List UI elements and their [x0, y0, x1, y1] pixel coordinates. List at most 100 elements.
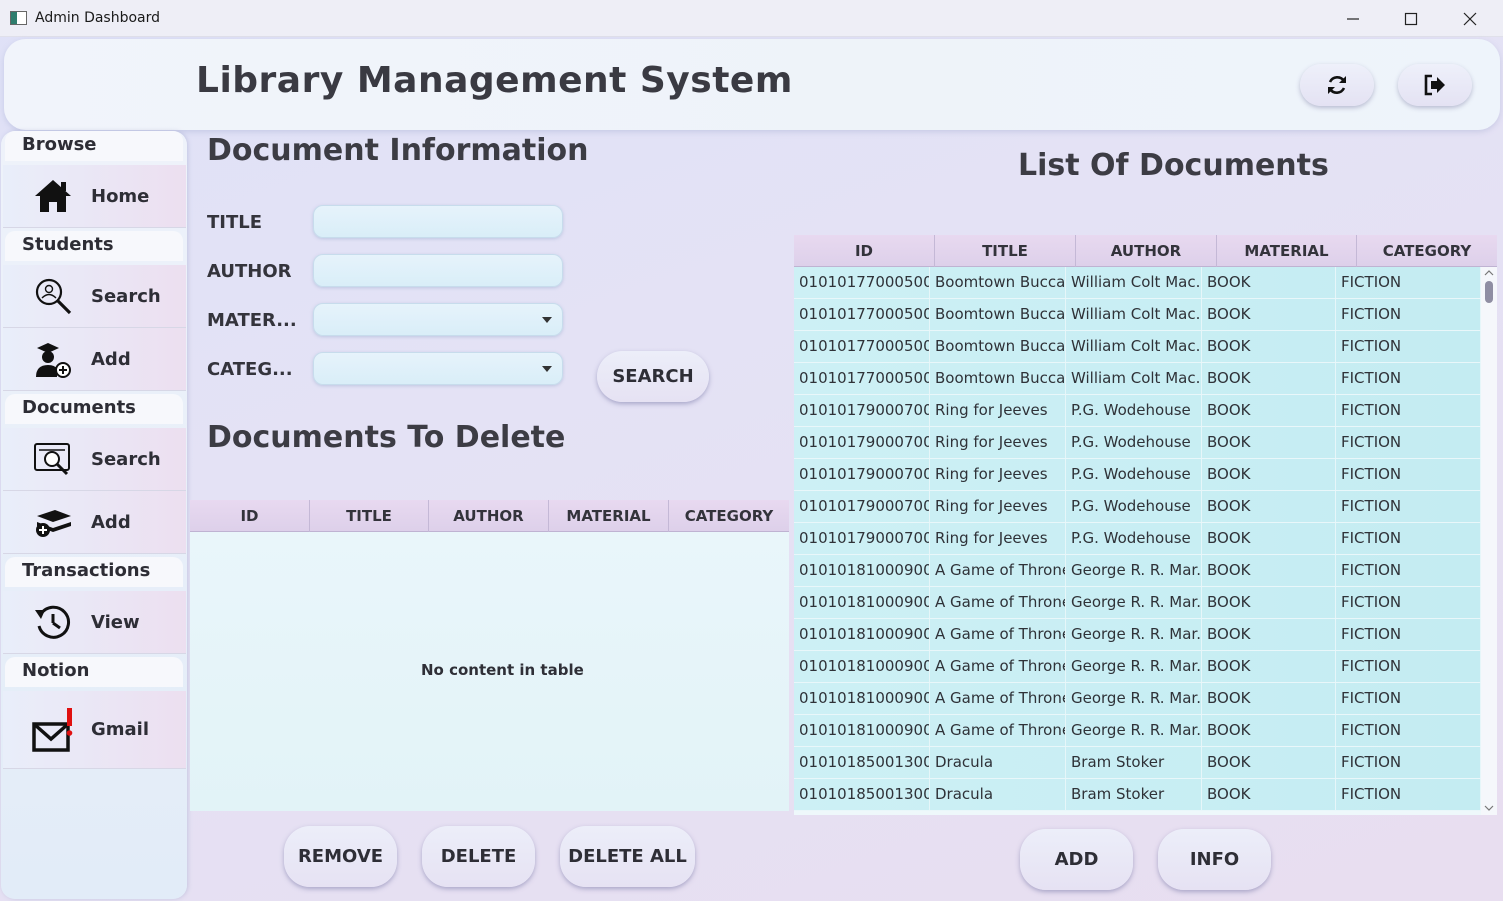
table-row[interactable]: 01010181000900...A Game of ThronesGeorge…	[794, 587, 1481, 619]
table-cell: 01010177000500...	[794, 299, 930, 330]
table-cell: FICTION	[1336, 747, 1481, 778]
table-cell: 01010177000500...	[794, 363, 930, 394]
logout-button[interactable]	[1398, 64, 1472, 106]
table-cell: 01010181000900...	[794, 683, 930, 714]
table-cell: Bram Stoker	[1066, 779, 1202, 810]
category-select[interactable]	[313, 352, 563, 385]
vertical-scrollbar[interactable]	[1481, 267, 1497, 815]
sidebar: Browse Home Students Search Add Document…	[1, 131, 187, 899]
table-cell: William Colt Mac...	[1066, 267, 1202, 298]
table-cell: Ring for Jeeves	[930, 395, 1066, 426]
refresh-icon	[1328, 76, 1346, 94]
table-cell: William Colt Mac...	[1066, 299, 1202, 330]
table-cell: P.G. Wodehouse	[1066, 459, 1202, 490]
home-icon	[29, 176, 77, 216]
table-row[interactable]: 01010181000900...A Game of ThronesGeorge…	[794, 619, 1481, 651]
table-row[interactable]: 01010181000900...A Game of ThronesGeorge…	[794, 651, 1481, 683]
scroll-down-icon[interactable]	[1484, 804, 1494, 812]
table-cell: 01010181000900...	[794, 587, 930, 618]
author-input[interactable]	[313, 254, 563, 287]
info-button[interactable]: INFO	[1158, 829, 1271, 890]
table-row[interactable]: 01010177000500...Boomtown Bucca...Willia…	[794, 299, 1481, 331]
table-cell: Ring for Jeeves	[930, 427, 1066, 458]
refresh-button[interactable]	[1300, 64, 1374, 106]
add-document-button[interactable]: ADD	[1020, 829, 1133, 890]
scrollbar-thumb[interactable]	[1485, 281, 1493, 303]
sidebar-item-gmail[interactable]: Gmail	[3, 691, 186, 769]
table-row[interactable]: 01010177000500...Boomtown Bucca...Willia…	[794, 267, 1481, 299]
table-row[interactable]: 01010179000700...Ring for JeevesP.G. Wod…	[794, 491, 1481, 523]
material-label: MATER...	[207, 310, 297, 331]
table-cell: Ring for Jeeves	[930, 459, 1066, 490]
table-row[interactable]: 01010179000700...Ring for JeevesP.G. Wod…	[794, 395, 1481, 427]
table-row[interactable]: 01010185001300...DraculaBram StokerBOOKF…	[794, 779, 1481, 811]
table-cell: BOOK	[1202, 651, 1336, 682]
sidebar-section-browse: Browse	[5, 131, 183, 161]
logout-icon	[1424, 74, 1445, 96]
table-cell: Dracula	[930, 779, 1066, 810]
column-header[interactable]: CATEGORY	[669, 500, 789, 532]
column-header[interactable]: ID	[190, 500, 310, 532]
table-cell: FICTION	[1336, 651, 1481, 682]
table-row[interactable]: 01010179000700...Ring for JeevesP.G. Wod…	[794, 427, 1481, 459]
table-cell: BOOK	[1202, 299, 1336, 330]
maximize-button[interactable]	[1382, 0, 1440, 37]
column-header[interactable]: TITLE	[310, 500, 429, 532]
column-header[interactable]: MATERIAL	[549, 500, 669, 532]
column-header[interactable]: AUTHOR	[1076, 235, 1217, 267]
table-cell: FICTION	[1336, 395, 1481, 426]
sidebar-item-student-add[interactable]: Add	[3, 328, 186, 391]
table-cell: BOOK	[1202, 459, 1336, 490]
table-cell: 01010179000700...	[794, 395, 930, 426]
table-cell: FICTION	[1336, 299, 1481, 330]
table-row[interactable]: 01010179000700...Ring for JeevesP.G. Wod…	[794, 459, 1481, 491]
table-row[interactable]: 01010185001300...DraculaBram StokerBOOKF…	[794, 747, 1481, 779]
history-icon	[29, 602, 77, 642]
table-row[interactable]: 01010179000700...Ring for JeevesP.G. Wod…	[794, 523, 1481, 555]
sidebar-item-document-add[interactable]: Add	[3, 491, 186, 554]
table-cell: P.G. Wodehouse	[1066, 491, 1202, 522]
search-button[interactable]: SEARCH	[597, 351, 709, 402]
table-cell: BOOK	[1202, 395, 1336, 426]
sidebar-item-transactions-view[interactable]: View	[3, 591, 186, 654]
add-student-icon	[29, 339, 77, 379]
table-cell: FICTION	[1336, 363, 1481, 394]
table-cell: 01010181000900...	[794, 555, 930, 586]
empty-table-message: No content in table	[421, 661, 584, 679]
table-cell: 01010177000500...	[794, 267, 930, 298]
delete-table-header: ID TITLE AUTHOR MATERIAL CATEGORY	[190, 500, 789, 532]
table-cell: Boomtown Bucca...	[930, 299, 1066, 330]
app-icon	[10, 11, 27, 25]
remove-button[interactable]: REMOVE	[284, 826, 397, 887]
table-cell: FICTION	[1336, 331, 1481, 362]
minimize-button[interactable]	[1324, 0, 1382, 37]
table-row[interactable]: 01010177000500...Boomtown Bucca...Willia…	[794, 331, 1481, 363]
column-header[interactable]: TITLE	[935, 235, 1076, 267]
column-header[interactable]: AUTHOR	[429, 500, 549, 532]
chevron-down-icon	[542, 317, 552, 323]
material-select[interactable]	[313, 303, 563, 336]
close-button[interactable]	[1441, 0, 1499, 37]
sidebar-item-label: View	[91, 611, 140, 633]
table-cell: George R. R. Mar...	[1066, 715, 1202, 746]
table-cell: 01010181000900...	[794, 715, 930, 746]
table-cell: FICTION	[1336, 587, 1481, 618]
sidebar-item-home[interactable]: Home	[3, 165, 186, 228]
add-book-icon	[29, 502, 77, 542]
table-cell: FICTION	[1336, 779, 1481, 810]
column-header[interactable]: CATEGORY	[1357, 235, 1497, 267]
documents-table-header: ID TITLE AUTHOR MATERIAL CATEGORY	[794, 235, 1497, 267]
sidebar-item-document-search[interactable]: Search	[3, 428, 186, 491]
table-row[interactable]: 01010177000500...Boomtown Bucca...Willia…	[794, 363, 1481, 395]
table-row[interactable]: 01010181000900...A Game of ThronesGeorge…	[794, 683, 1481, 715]
title-input[interactable]	[313, 205, 563, 238]
delete-button[interactable]: DELETE	[422, 826, 535, 887]
documents-to-delete-title: Documents To Delete	[207, 420, 566, 455]
delete-all-button[interactable]: DELETE ALL	[560, 826, 695, 887]
sidebar-item-student-search[interactable]: Search	[3, 265, 186, 328]
table-row[interactable]: 01010181000900...A Game of ThronesGeorge…	[794, 715, 1481, 747]
table-row[interactable]: 01010181000900...A Game of ThronesGeorge…	[794, 555, 1481, 587]
column-header[interactable]: ID	[794, 235, 935, 267]
column-header[interactable]: MATERIAL	[1217, 235, 1357, 267]
scroll-up-icon[interactable]	[1484, 269, 1494, 277]
